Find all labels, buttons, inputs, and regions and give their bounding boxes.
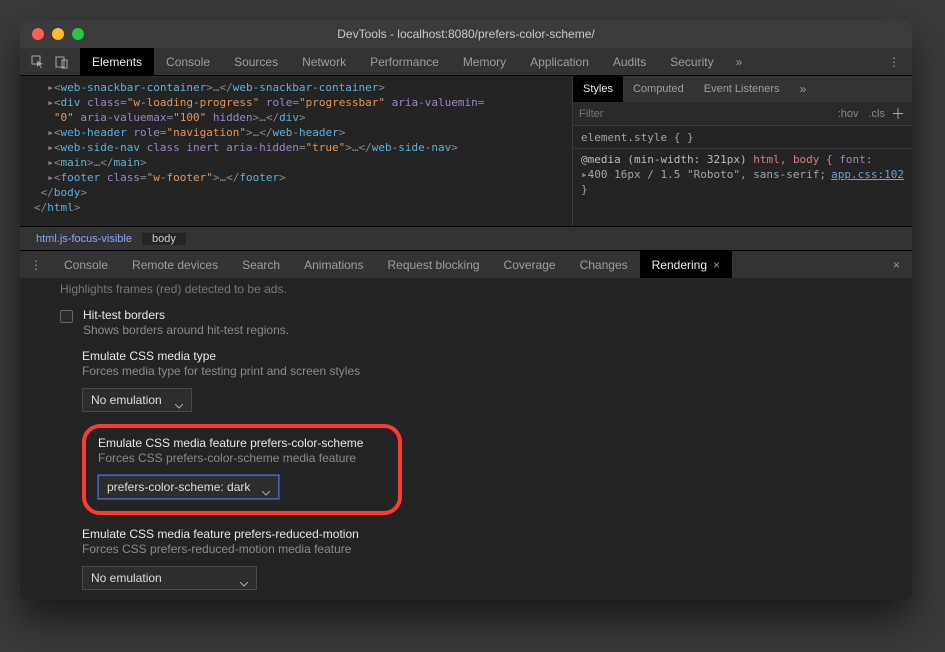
hit-test-desc: Shows borders around hit-test regions. [83,323,289,337]
more-tabs-button[interactable]: » [726,48,753,75]
drawer-tab-search[interactable]: Search [230,251,292,278]
prm-desc: Forces CSS prefers-reduced-motion media … [82,542,886,556]
toggle-cls[interactable]: .cls [864,108,891,120]
emulate-media-type-desc: Forces media type for testing print and … [82,364,886,378]
styles-filter-row: :hov .cls ＋ [573,102,912,126]
css-source-link[interactable]: app.css:102 [831,167,904,182]
tab-elements[interactable]: Elements [80,48,154,75]
tab-security[interactable]: Security [658,48,725,75]
emulate-media-type-select[interactable]: No emulation [82,388,192,412]
drawer-tab-animations[interactable]: Animations [292,251,375,278]
tab-application[interactable]: Application [518,48,601,75]
main-tab-bar: Elements Console Sources Network Perform… [20,48,912,76]
inspect-element-icon[interactable] [30,54,46,70]
devtools-window: DevTools - localhost:8080/prefers-color-… [20,20,912,600]
chevron-down-icon [240,576,248,581]
emulate-media-type-title: Emulate CSS media type [82,349,886,363]
tab-network[interactable]: Network [290,48,358,75]
elements-breadcrumb: html.js-focus-visible body [20,226,912,250]
tab-console[interactable]: Console [154,48,222,75]
hit-test-borders-checkbox[interactable] [60,310,73,323]
pcs-title: Emulate CSS media feature prefers-color-… [98,436,386,450]
window-titlebar: DevTools - localhost:8080/prefers-color-… [20,20,912,48]
settings-menu-icon[interactable]: ⋮ [876,55,912,69]
styles-tab-bar: Styles Computed Event Listeners » [573,76,912,102]
prefers-reduced-motion-select[interactable]: No emulation [82,566,257,590]
chevron-down-icon [175,398,183,403]
drawer-tab-rendering[interactable]: Rendering× [640,251,732,278]
hit-test-title: Hit-test borders [83,308,289,322]
prefers-color-scheme-select[interactable]: prefers-color-scheme: dark [98,475,279,499]
toggle-hov[interactable]: :hov [833,108,864,120]
drawer-tab-remote-devices[interactable]: Remote devices [120,251,230,278]
rendering-panel: Highlights frames (red) detected to be a… [20,278,912,600]
drawer-menu-icon[interactable]: ⋮ [20,258,52,272]
dom-tree[interactable]: ▸<web-snackbar-container>…</web-snackbar… [20,76,572,226]
emulate-media-type-setting: Emulate CSS media type Forces media type… [82,349,886,412]
drawer-tab-changes[interactable]: Changes [568,251,640,278]
pcs-desc: Forces CSS prefers-color-scheme media fe… [98,451,386,465]
prm-title: Emulate CSS media feature prefers-reduce… [82,527,886,541]
prefers-reduced-motion-setting: Emulate CSS media feature prefers-reduce… [82,527,886,590]
styles-filter-input[interactable] [579,108,833,120]
tab-performance[interactable]: Performance [358,48,451,75]
styles-more-tabs[interactable]: » [790,82,817,96]
styles-rules[interactable]: element.style { } @media (min-width: 321… [573,126,912,201]
tab-computed[interactable]: Computed [623,76,694,102]
tab-styles[interactable]: Styles [573,76,623,102]
device-toolbar-icon[interactable] [54,54,70,70]
window-title: DevTools - localhost:8080/prefers-color-… [20,27,912,41]
tab-event-listeners[interactable]: Event Listeners [694,76,790,102]
chevron-down-icon [262,485,270,490]
prefers-color-scheme-callout: Emulate CSS media feature prefers-color-… [82,424,402,515]
tab-audits[interactable]: Audits [601,48,658,75]
truncated-previous-setting: Highlights frames (red) detected to be a… [60,282,886,296]
close-drawer-icon[interactable]: × [881,258,912,272]
drawer-tab-coverage[interactable]: Coverage [492,251,568,278]
elements-panel: ▸<web-snackbar-container>…</web-snackbar… [20,76,912,226]
tab-sources[interactable]: Sources [222,48,290,75]
prm-value: No emulation [91,571,162,585]
breadcrumb-body[interactable]: body [142,233,186,245]
styles-sidebar: Styles Computed Event Listeners » :hov .… [572,76,912,226]
drawer-tab-console[interactable]: Console [52,251,120,278]
pcs-value: prefers-color-scheme: dark [107,480,250,494]
emulate-media-type-value: No emulation [91,393,162,407]
drawer-tab-bar: ⋮ Console Remote devices Search Animatio… [20,250,912,278]
new-style-rule-icon[interactable]: ＋ [890,106,906,122]
drawer-tab-request-blocking[interactable]: Request blocking [375,251,491,278]
tab-memory[interactable]: Memory [451,48,518,75]
hit-test-borders-setting: Hit-test borders Shows borders around hi… [60,308,886,337]
breadcrumb-html[interactable]: html.js-focus-visible [26,233,142,245]
close-icon[interactable]: × [713,258,720,272]
